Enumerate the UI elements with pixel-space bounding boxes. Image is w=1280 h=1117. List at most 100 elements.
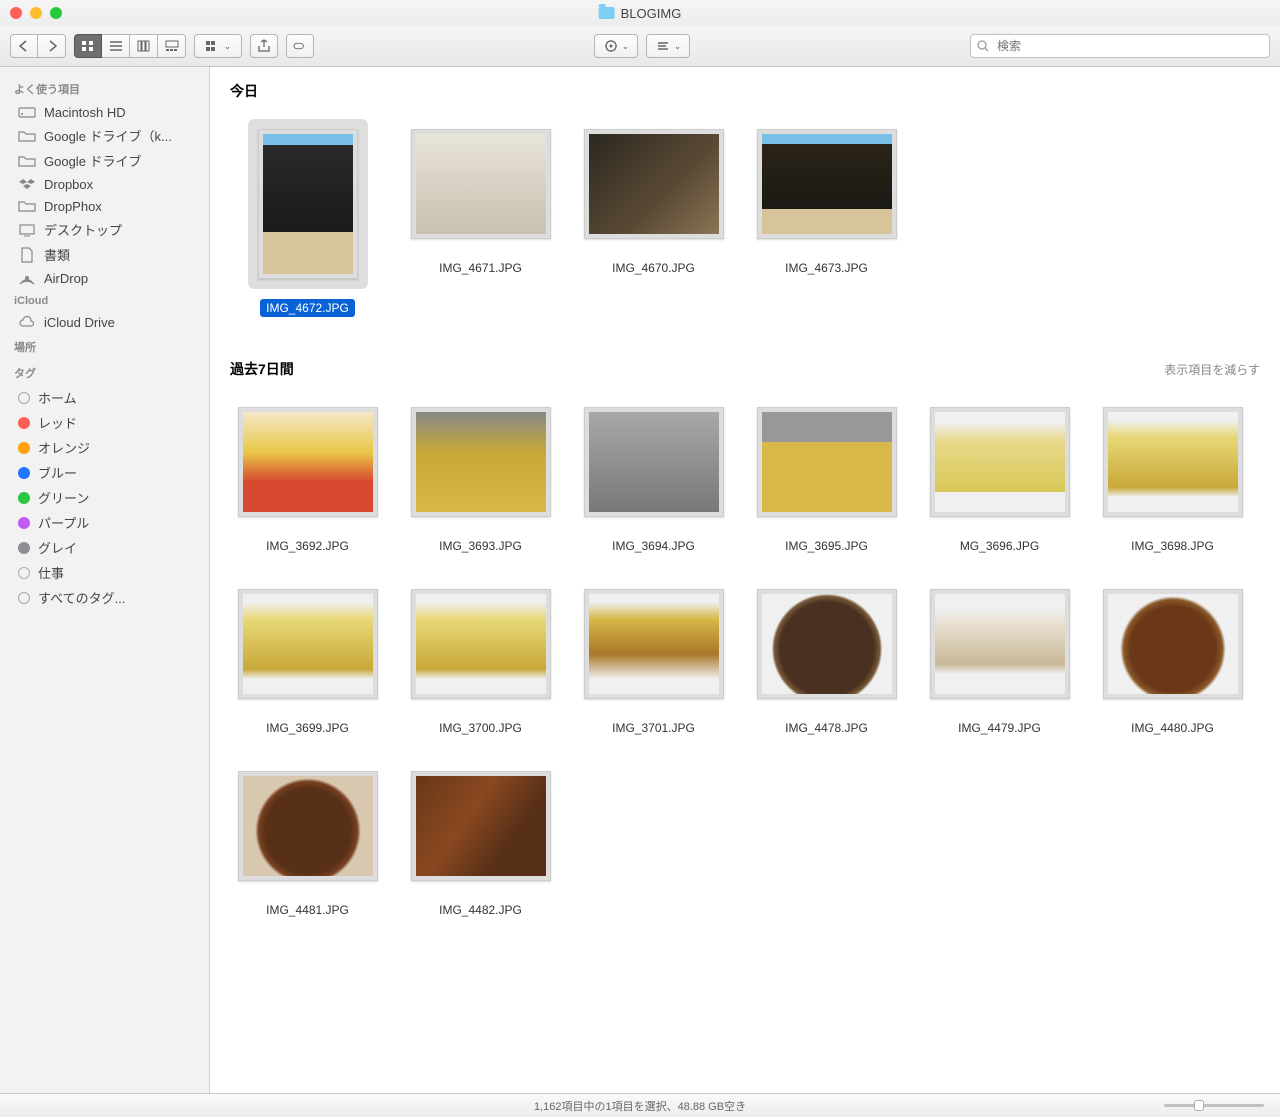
- file-item[interactable]: IMG_3699.JPG: [230, 579, 385, 737]
- doc-icon: [18, 247, 36, 263]
- file-name: IMG_3699.JPG: [260, 719, 355, 737]
- sidebar-item[interactable]: 書類: [0, 242, 209, 267]
- file-name: IMG_3692.JPG: [260, 537, 355, 555]
- folder-icon: [18, 128, 36, 144]
- sidebar-item[interactable]: Dropbox: [0, 173, 209, 195]
- back-button[interactable]: [10, 34, 38, 58]
- file-item[interactable]: IMG_4481.JPG: [230, 761, 385, 919]
- file-item[interactable]: IMG_3700.JPG: [403, 579, 558, 737]
- file-name: IMG_3698.JPG: [1125, 537, 1220, 555]
- file-thumbnail: [930, 589, 1070, 699]
- file-thumbnail: [930, 407, 1070, 517]
- sidebar-tag-item[interactable]: グレイ: [0, 535, 209, 560]
- tag-button[interactable]: [286, 34, 314, 58]
- file-thumbnail: [258, 129, 358, 279]
- file-item[interactable]: IMG_3695.JPG: [749, 397, 904, 555]
- file-item[interactable]: IMG_4671.JPG: [403, 119, 558, 317]
- file-name: IMG_3695.JPG: [779, 537, 874, 555]
- sidebar-item[interactable]: Macintosh HD: [0, 101, 209, 123]
- minimize-button[interactable]: [30, 7, 42, 19]
- sidebar-tag-label: レッド: [38, 413, 77, 432]
- sidebar-item[interactable]: iCloud Drive: [0, 311, 209, 333]
- tag-dot-icon: [18, 492, 30, 504]
- sidebar-tag-item[interactable]: レッド: [0, 410, 209, 435]
- sidebar-tag-item[interactable]: ホーム: [0, 385, 209, 410]
- file-item[interactable]: IMG_3693.JPG: [403, 397, 558, 555]
- close-button[interactable]: [10, 7, 22, 19]
- sidebar-tag-item[interactable]: パープル: [0, 510, 209, 535]
- sidebar-item-label: iCloud Drive: [44, 315, 115, 330]
- file-item[interactable]: IMG_4478.JPG: [749, 579, 904, 737]
- sidebar-item-label: デスクトップ: [44, 220, 122, 239]
- window-title: BLOGIMG: [599, 6, 682, 21]
- sidebar-heading-icloud: iCloud: [0, 289, 209, 311]
- tag-dot-icon: [18, 417, 30, 429]
- titlebar: BLOGIMG: [0, 0, 1280, 26]
- file-thumbnail: [584, 407, 724, 517]
- column-view-button[interactable]: [130, 34, 158, 58]
- file-item[interactable]: IMG_4673.JPG: [749, 119, 904, 317]
- tag-dot-icon: [18, 467, 30, 479]
- file-name: IMG_3694.JPG: [606, 537, 701, 555]
- file-thumbnail: [757, 589, 897, 699]
- file-name: IMG_4482.JPG: [433, 901, 528, 919]
- file-item[interactable]: IMG_4670.JPG: [576, 119, 731, 317]
- sidebar-tag-item[interactable]: すべてのタグ...: [0, 585, 209, 610]
- file-item[interactable]: MG_3696.JPG: [922, 397, 1077, 555]
- file-item[interactable]: IMG_4480.JPG: [1095, 579, 1250, 737]
- sidebar-item-label: 書類: [44, 245, 70, 264]
- sidebar-item[interactable]: AirDrop: [0, 267, 209, 289]
- status-text: 1,162項目中の1項目を選択、48.88 GB空き: [534, 1098, 746, 1114]
- gallery-view-button[interactable]: [158, 34, 186, 58]
- sidebar-item-label: Macintosh HD: [44, 105, 126, 120]
- file-item[interactable]: IMG_4672.JPG: [230, 119, 385, 317]
- hdd-icon: [18, 104, 36, 120]
- file-name: IMG_3700.JPG: [433, 719, 528, 737]
- file-thumbnail: [411, 771, 551, 881]
- sidebar-heading-favorites: よく使う項目: [0, 75, 209, 101]
- content-area[interactable]: 今日 IMG_4672.JPGIMG_4671.JPG IMG_4670.JPG I…: [210, 67, 1280, 1093]
- tag-dot-icon: [18, 592, 30, 604]
- sidebar-item[interactable]: Google ドライブ: [0, 148, 209, 173]
- file-name: IMG_4480.JPG: [1125, 719, 1220, 737]
- view-buttons: [74, 34, 186, 58]
- search-input[interactable]: [970, 34, 1270, 58]
- file-thumbnail: [757, 129, 897, 239]
- sidebar-tag-item[interactable]: オレンジ: [0, 435, 209, 460]
- sidebar-item[interactable]: デスクトップ: [0, 217, 209, 242]
- sidebar-item-label: Dropbox: [44, 177, 93, 192]
- file-name: IMG_4481.JPG: [260, 901, 355, 919]
- file-item[interactable]: IMG_3698.JPG: [1095, 397, 1250, 555]
- zoom-button[interactable]: [50, 7, 62, 19]
- sidebar-tag-item[interactable]: 仕事: [0, 560, 209, 585]
- search-field[interactable]: [970, 34, 1270, 58]
- sidebar-heading-locations: 場所: [0, 333, 209, 359]
- icon-view-button[interactable]: [74, 34, 102, 58]
- sidebar-item[interactable]: DropPhox: [0, 195, 209, 217]
- file-name: IMG_4670.JPG: [606, 259, 701, 277]
- zoom-slider[interactable]: [1164, 1104, 1264, 1107]
- sidebar-heading-tags: タグ: [0, 359, 209, 385]
- show-less-link[interactable]: 表示項目を減らす: [1164, 361, 1260, 378]
- file-thumbnail: [1103, 589, 1243, 699]
- traffic-lights: [0, 7, 62, 19]
- file-item[interactable]: IMG_3692.JPG: [230, 397, 385, 555]
- list-view-button[interactable]: [102, 34, 130, 58]
- file-item[interactable]: IMG_3701.JPG: [576, 579, 731, 737]
- file-item[interactable]: IMG_4482.JPG: [403, 761, 558, 919]
- sidebar-item[interactable]: Google ドライブ（k...: [0, 123, 209, 148]
- sidebar-tag-item[interactable]: ブルー: [0, 460, 209, 485]
- action-button[interactable]: ⌄: [594, 34, 638, 58]
- arrange-button[interactable]: ⌄: [646, 34, 690, 58]
- sidebar-tag-label: パープル: [38, 513, 89, 532]
- file-item[interactable]: IMG_4479.JPG: [922, 579, 1077, 737]
- share-button[interactable]: [250, 34, 278, 58]
- sidebar-tag-item[interactable]: グリーン: [0, 485, 209, 510]
- group-button[interactable]: ⌄: [194, 34, 242, 58]
- forward-button[interactable]: [38, 34, 66, 58]
- sidebar-item-label: AirDrop: [44, 271, 88, 286]
- file-name: MG_3696.JPG: [954, 537, 1045, 555]
- file-item[interactable]: IMG_3694.JPG: [576, 397, 731, 555]
- section-today-label: 今日: [230, 81, 258, 101]
- section-past-label: 過去7日間: [230, 359, 294, 379]
